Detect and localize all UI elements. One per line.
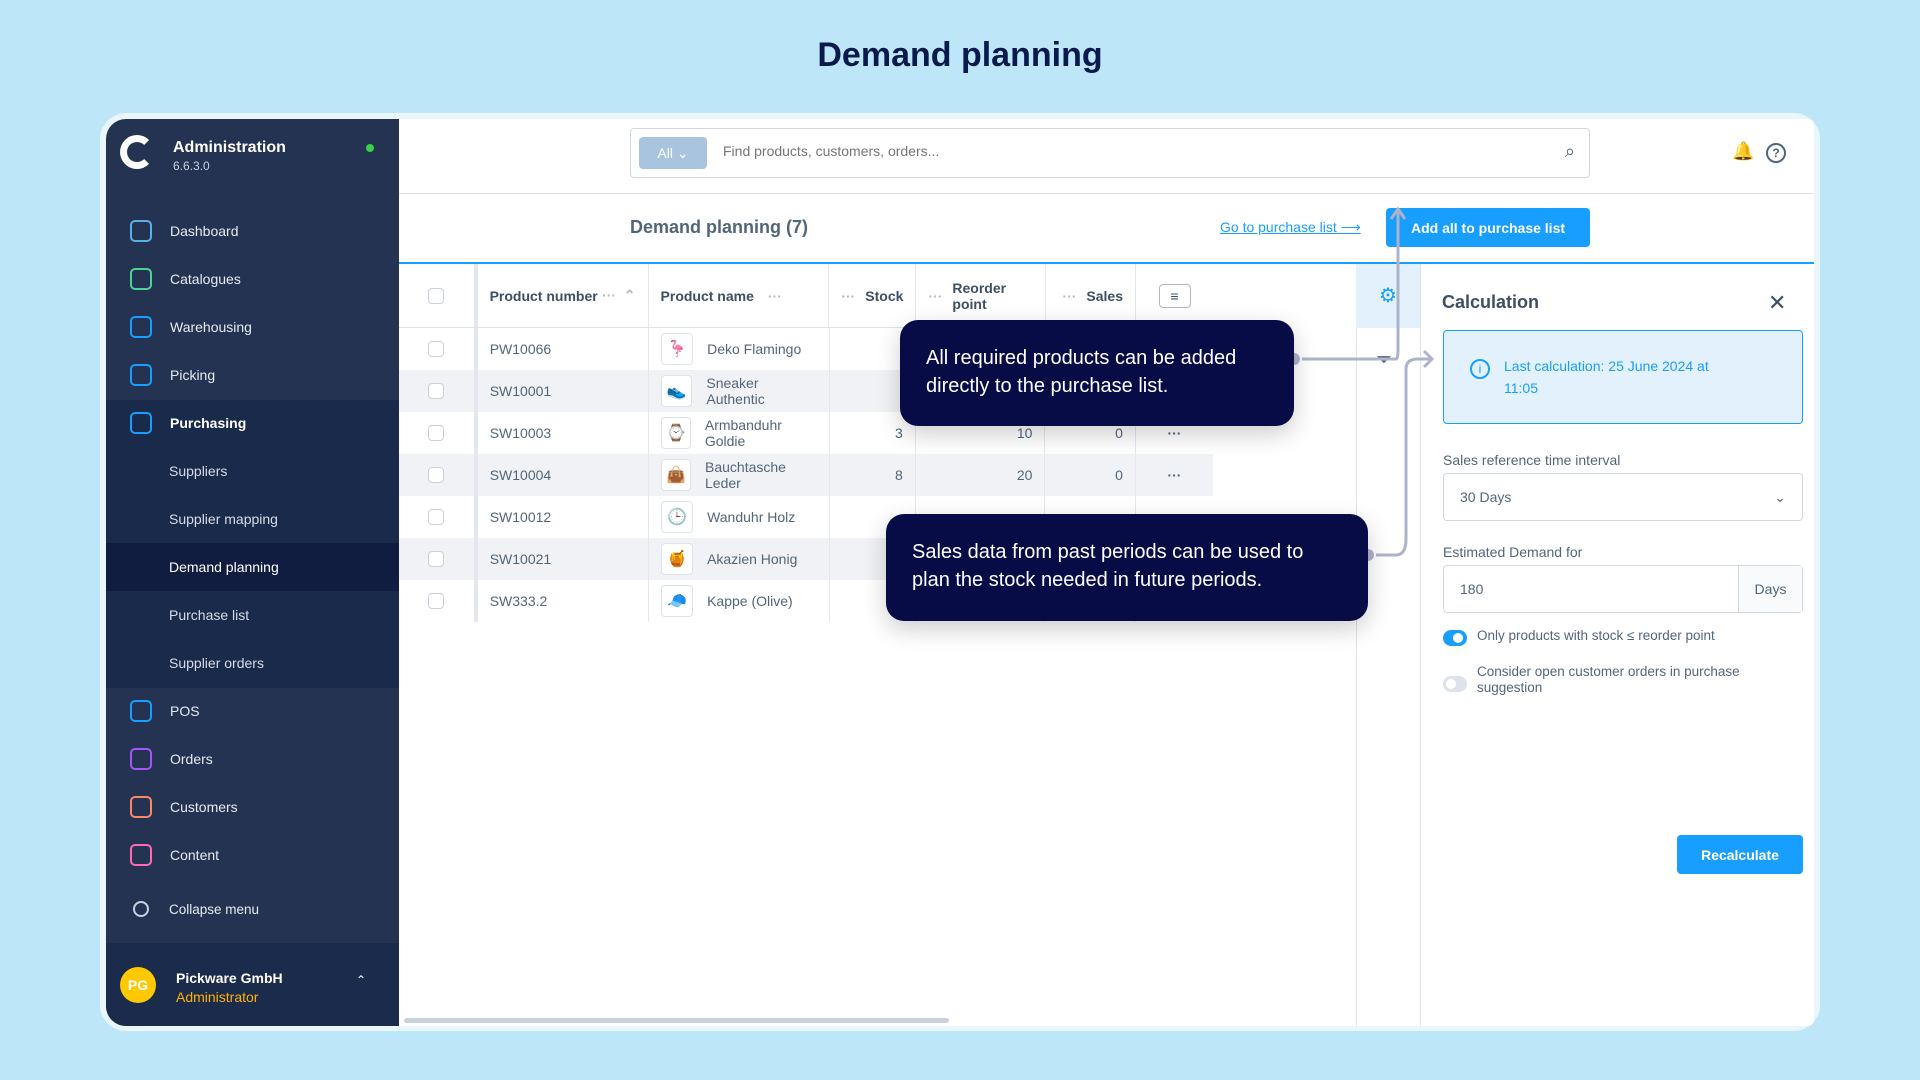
tooltip-sales-data: Sales data from past periods can be used… xyxy=(886,514,1368,621)
app-window: Administration 6.6.3.0 Dashboard Catalogu… xyxy=(106,119,1814,1026)
connector-line xyxy=(1294,209,1400,361)
page-heading: Demand planning xyxy=(817,36,1103,74)
tooltip-add-all: All required products can be added direc… xyxy=(900,320,1294,426)
connector-line xyxy=(1368,357,1432,557)
